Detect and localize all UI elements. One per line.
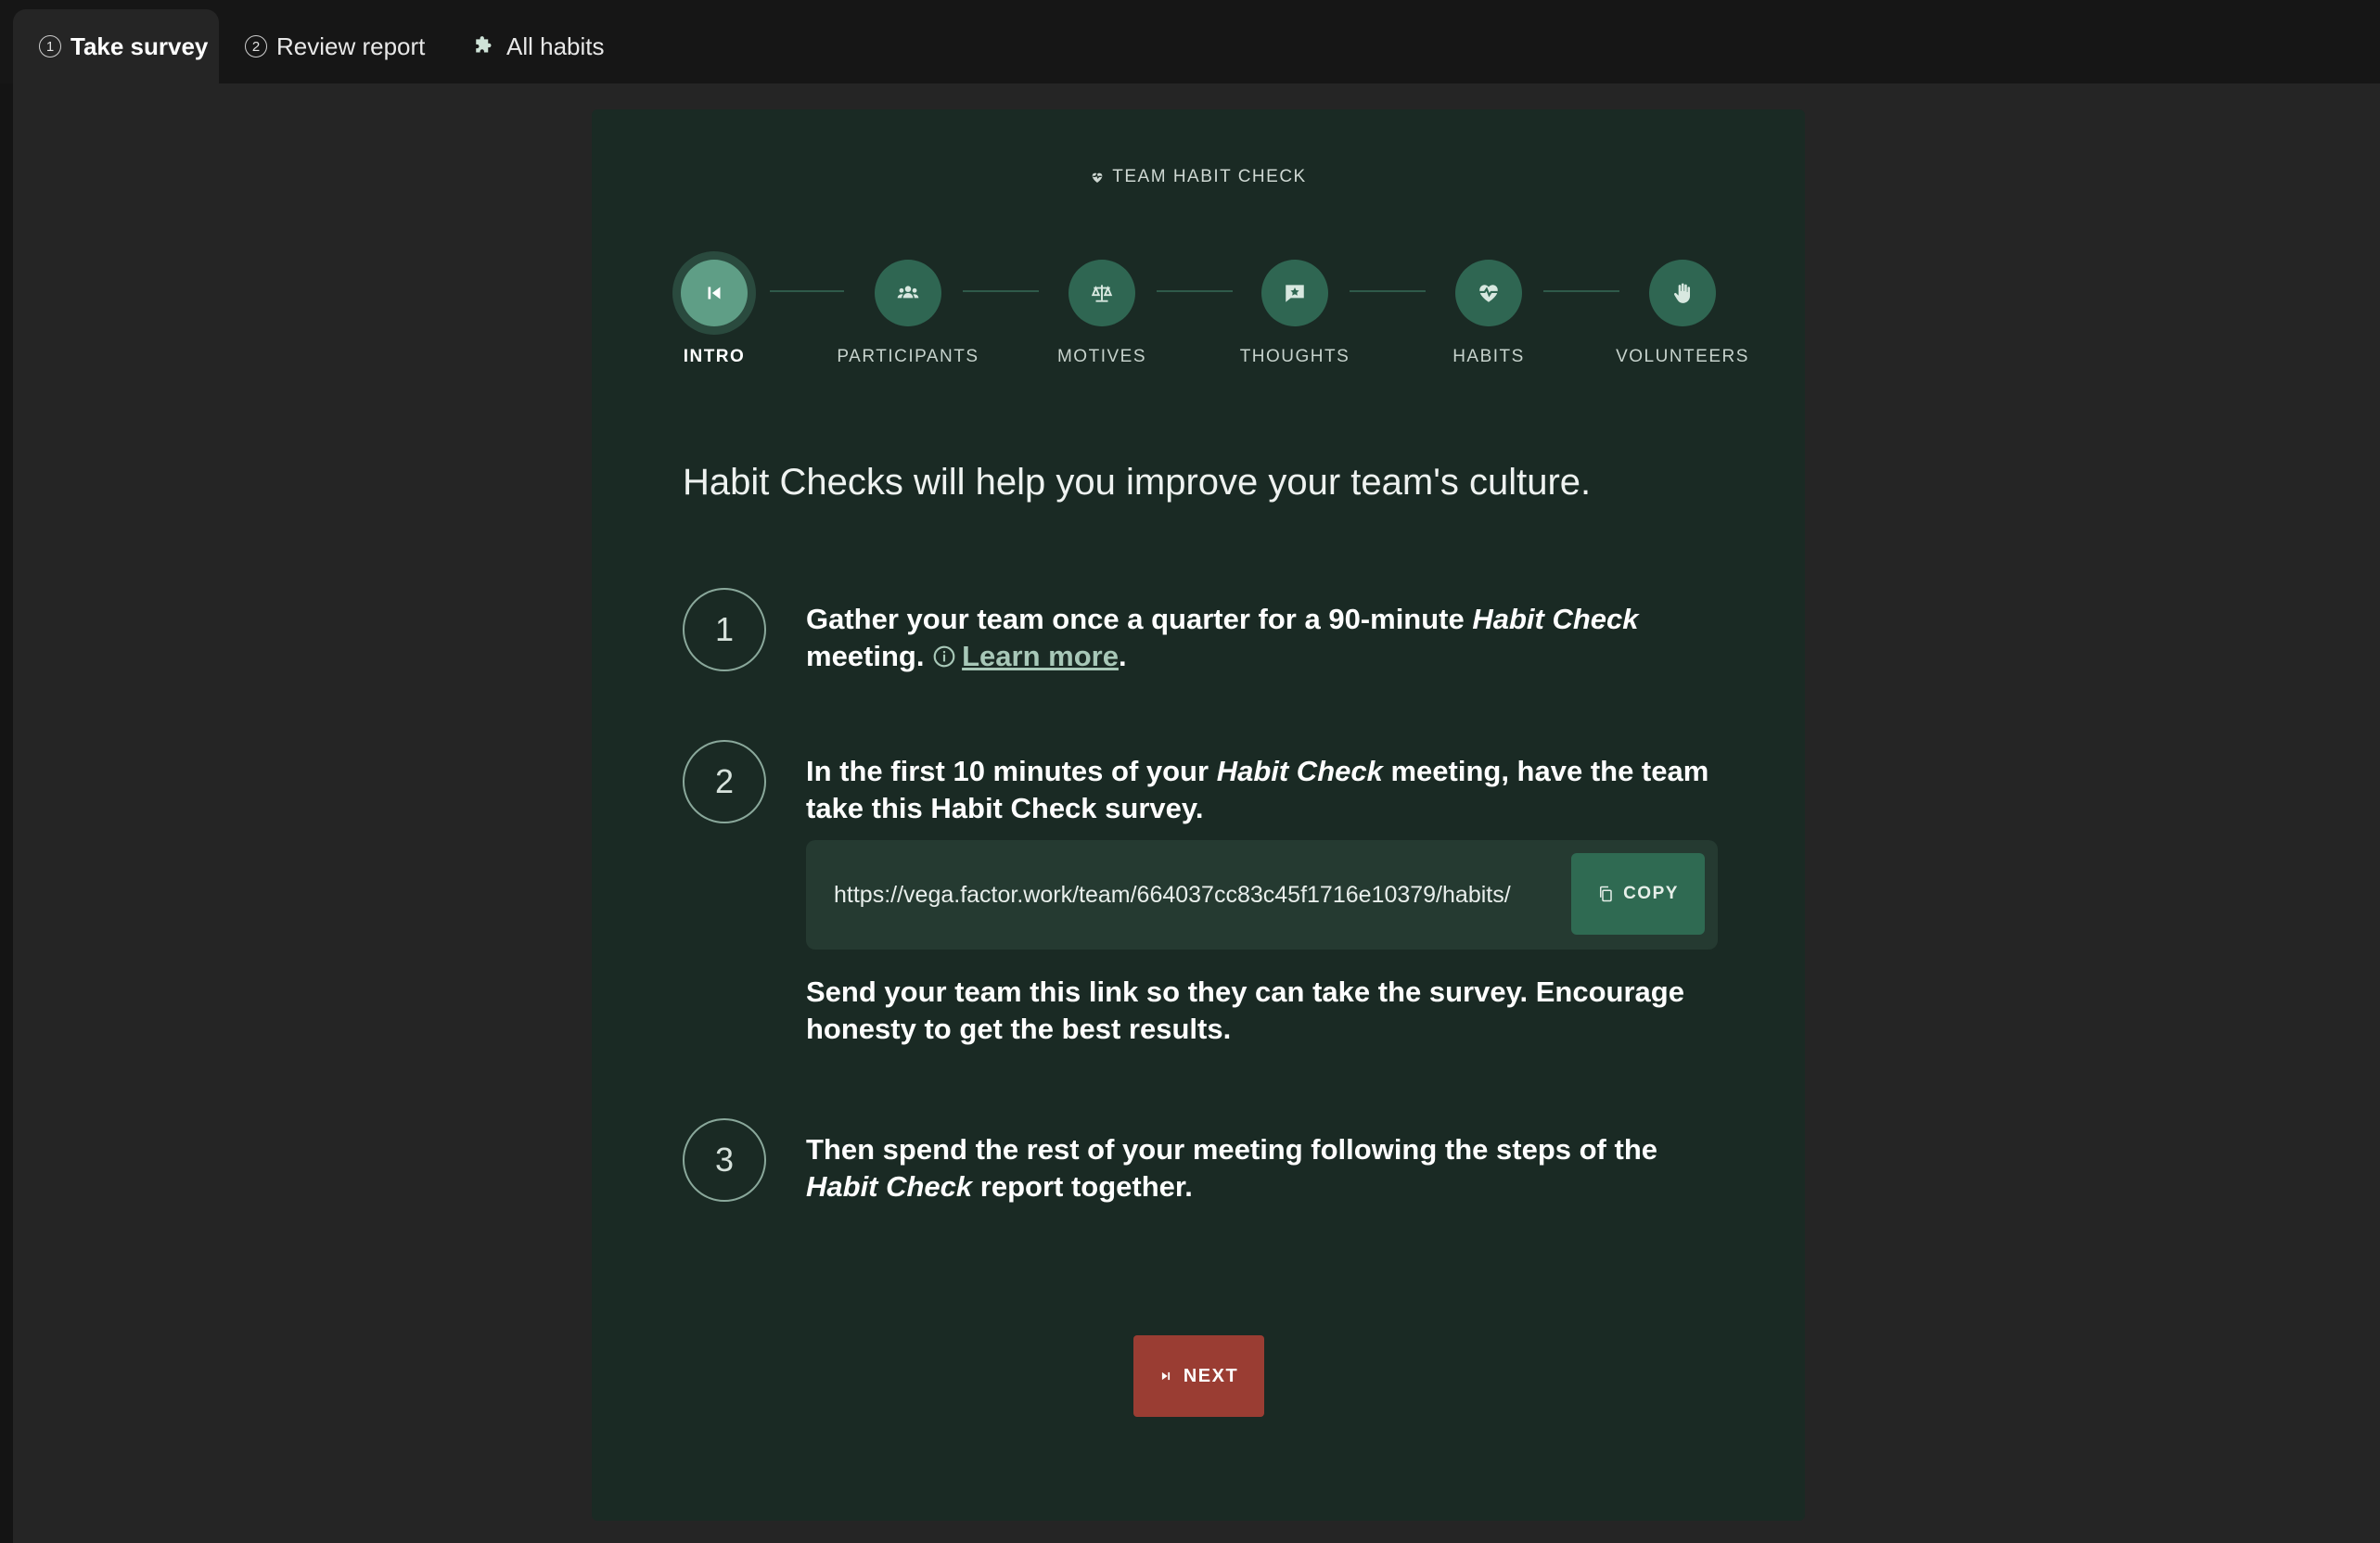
step-label: VOLUNTEERS: [1616, 347, 1749, 366]
send-link-instructions: Send your team this link so they can tak…: [806, 976, 1684, 1045]
step-circle: [1455, 260, 1522, 326]
next-button[interactable]: NEXT: [1133, 1335, 1264, 1417]
tab-take-survey[interactable]: 1 Take survey: [13, 9, 219, 83]
heart-pulse-icon: [1479, 285, 1498, 302]
tab-label: Review report: [276, 32, 426, 60]
step-number-badge: 1: [39, 35, 61, 57]
tab-label: Take survey: [70, 32, 209, 60]
skip-back-icon: [708, 287, 721, 300]
copy-icon: [1600, 886, 1612, 902]
puzzle-icon: [476, 36, 492, 53]
step-participants[interactable]: PARTICIPANTS: [815, 260, 1001, 367]
people-icon: [897, 286, 919, 299]
instruction-text: Gather your team once a quarter for a 90…: [806, 603, 1639, 672]
step-volunteers[interactable]: VOLUNTEERS: [1590, 260, 1775, 367]
step-label: INTRO: [683, 347, 746, 366]
survey-intro-card: TEAM HABIT CHECK INTRO PARTICIPANTS MOTI…: [592, 109, 1805, 1521]
skip-forward-icon: [1161, 1371, 1170, 1381]
next-label: NEXT: [1183, 1365, 1239, 1386]
card-headline: Habit Checks will help you improve your …: [683, 462, 1592, 503]
step-intro[interactable]: INTRO: [621, 260, 807, 367]
tab-all-habits[interactable]: All habits: [473, 9, 605, 83]
step-number-circle: 2: [683, 740, 766, 823]
tab-label: All habits: [506, 32, 605, 60]
step-label: THOUGHTS: [1239, 347, 1350, 366]
step-circle: [1261, 260, 1328, 326]
instruction-text: In the first 10 minutes of your Habit Ch…: [806, 755, 1709, 824]
step-thoughts[interactable]: THOUGHTS: [1202, 260, 1388, 367]
step-number-circle: 1: [683, 588, 766, 671]
step-circle: [1649, 260, 1716, 326]
heart-pulse-icon: [1092, 172, 1103, 183]
step-circle: [1068, 260, 1135, 326]
step-circle: [875, 260, 941, 326]
scales-icon: [1091, 285, 1113, 302]
raised-hand-icon: [1673, 283, 1691, 303]
step-label: MOTIVES: [1056, 347, 1146, 366]
progress-stepper: INTRO PARTICIPANTS MOTIVES THOUGHTS HABI…: [592, 260, 1805, 389]
step-number-circle: 3: [683, 1118, 766, 1202]
tab-review-report[interactable]: 2 Review report: [245, 9, 425, 83]
card-kicker: TEAM HABIT CHECK: [592, 167, 1805, 187]
info-icon: [933, 645, 955, 668]
copy-label: COPY: [1623, 884, 1679, 903]
step-habits[interactable]: HABITS: [1396, 260, 1581, 367]
survey-link-box: https://vega.factor.work/team/664037cc83…: [806, 840, 1718, 950]
kicker-text: TEAM HABIT CHECK: [1112, 167, 1307, 186]
copy-button[interactable]: COPY: [1571, 853, 1705, 935]
survey-link-url[interactable]: https://vega.factor.work/team/664037cc83…: [834, 840, 1557, 950]
step-label: PARTICIPANTS: [837, 347, 979, 366]
speech-star-icon: [1286, 285, 1304, 302]
top-tab-bar: 1 Take survey 2 Review report All habits: [0, 0, 2380, 83]
left-edge-strip: [0, 83, 13, 1543]
step-circle: [681, 260, 748, 326]
learn-more-link[interactable]: Learn more: [962, 640, 1119, 672]
step-motives[interactable]: MOTIVES: [1009, 260, 1195, 367]
step-number-badge: 2: [245, 35, 267, 57]
instruction-text: Then spend the rest of your meeting foll…: [806, 1133, 1657, 1203]
step-label: HABITS: [1452, 347, 1525, 366]
